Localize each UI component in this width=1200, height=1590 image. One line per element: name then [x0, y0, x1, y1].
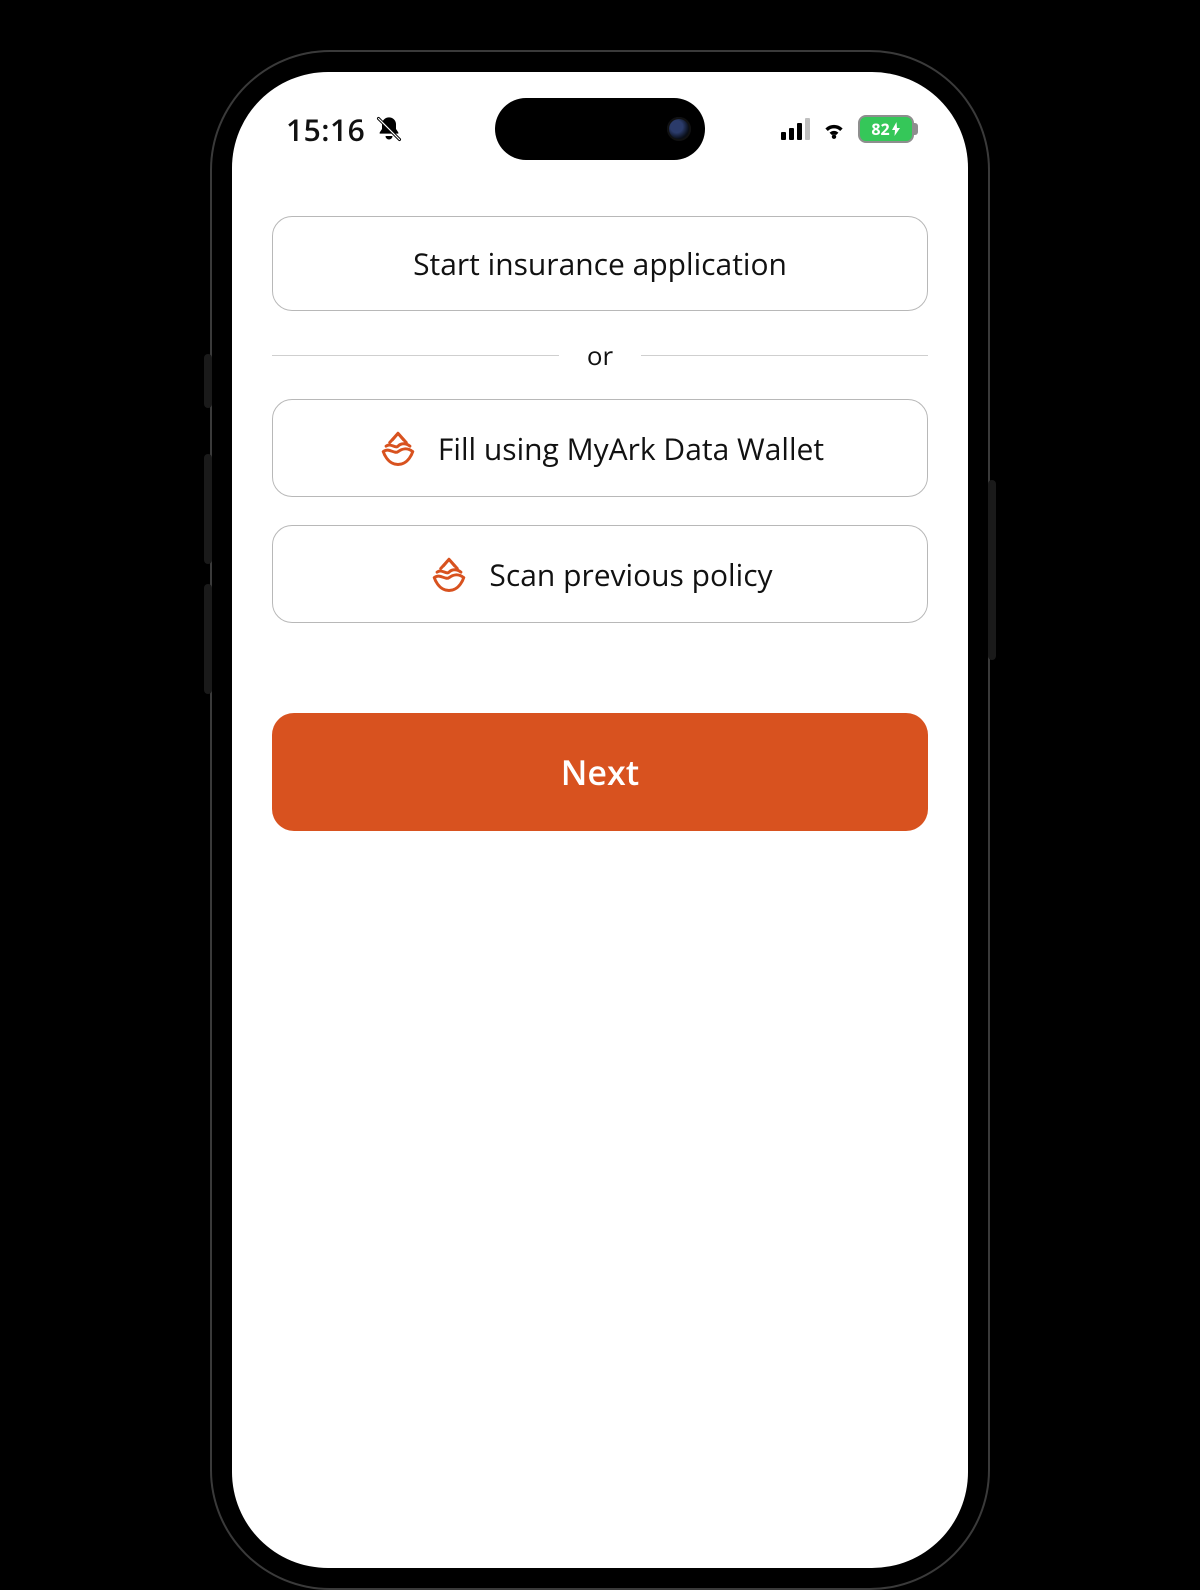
dynamic-island: [495, 98, 705, 160]
ark-icon: [427, 552, 471, 596]
battery-indicator: 82: [858, 115, 914, 143]
power-button[interactable]: [988, 480, 996, 660]
divider-label: or: [587, 337, 613, 373]
fill-from-wallet-label: Fill using MyArk Data Wallet: [438, 428, 824, 469]
next-button[interactable]: Next: [272, 713, 928, 831]
divider-line-left: [272, 355, 559, 356]
battery-percent: 82: [871, 118, 889, 140]
silent-mode-icon: [375, 115, 403, 143]
ark-icon: [376, 426, 420, 470]
cellular-signal-icon: [781, 118, 810, 140]
volume-up[interactable]: [204, 454, 212, 564]
divider-line-right: [641, 355, 928, 356]
volume-down[interactable]: [204, 584, 212, 694]
start-application-label: Start insurance application: [413, 243, 787, 284]
wifi-icon: [820, 115, 848, 143]
scan-policy-button[interactable]: Scan previous policy: [272, 525, 928, 623]
next-label: Next: [561, 749, 639, 795]
start-application-button[interactable]: Start insurance application: [272, 216, 928, 311]
clock: 15:16: [286, 109, 365, 150]
fill-from-wallet-button[interactable]: Fill using MyArk Data Wallet: [272, 399, 928, 497]
screen: 15:16: [232, 72, 968, 1568]
main-content: Start insurance application or: [232, 216, 968, 1568]
phone-bezel: 15:16: [224, 64, 976, 1576]
scan-policy-label: Scan previous policy: [489, 554, 772, 595]
mute-switch[interactable]: [204, 354, 212, 408]
or-divider: or: [272, 337, 928, 373]
phone-frame: 15:16: [210, 50, 990, 1590]
front-camera-icon: [667, 117, 691, 141]
charging-icon: [891, 122, 901, 136]
